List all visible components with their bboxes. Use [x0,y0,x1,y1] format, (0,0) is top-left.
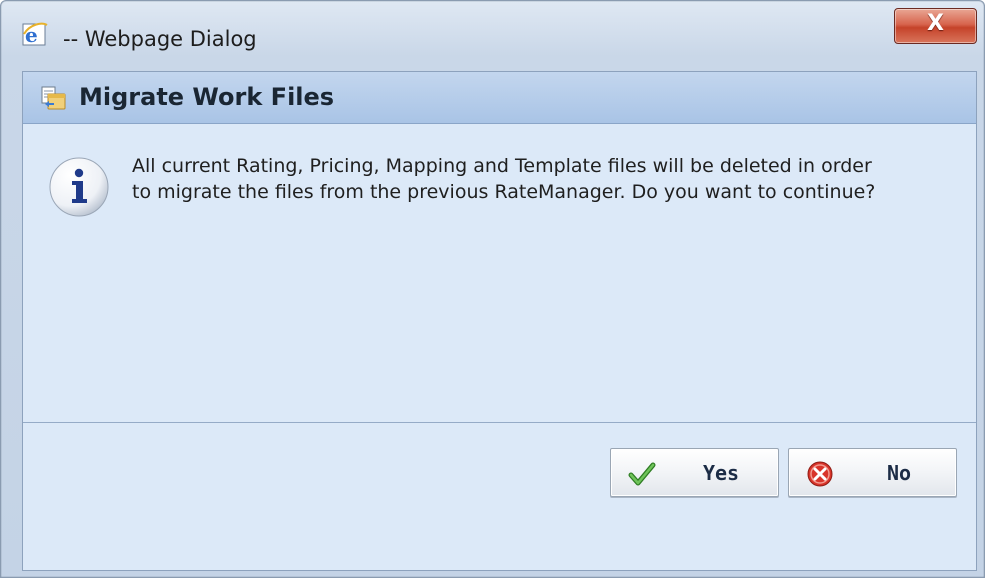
cancel-icon [807,461,833,487]
yes-button[interactable]: Yes [610,448,779,497]
window-title: -- Webpage Dialog [63,27,257,51]
dialog-footer: Yes No [23,423,976,570]
ie-icon: e [22,22,48,47]
migrate-files-icon [41,86,66,110]
no-button[interactable]: No [788,448,957,497]
title-bar[interactable]: e -- Webpage Dialog X [1,1,984,63]
dialog-content: Migrate Work Files All current Rating, P… [22,71,977,571]
message-area: All current Rating, Pricing, Mapping and… [23,124,976,422]
yes-button-label: Yes [702,461,740,485]
dialog-title: Migrate Work Files [79,83,335,111]
dialog-header: Migrate Work Files [23,72,976,124]
checkmark-icon [628,462,656,486]
dialog-window: e -- Webpage Dialog X Migrate Work Files [0,0,985,578]
close-icon: X [927,11,944,36]
info-icon [49,157,109,217]
dialog-message: All current Rating, Pricing, Mapping and… [132,155,876,203]
no-button-label: No [886,461,912,485]
close-button[interactable]: X [894,8,977,44]
